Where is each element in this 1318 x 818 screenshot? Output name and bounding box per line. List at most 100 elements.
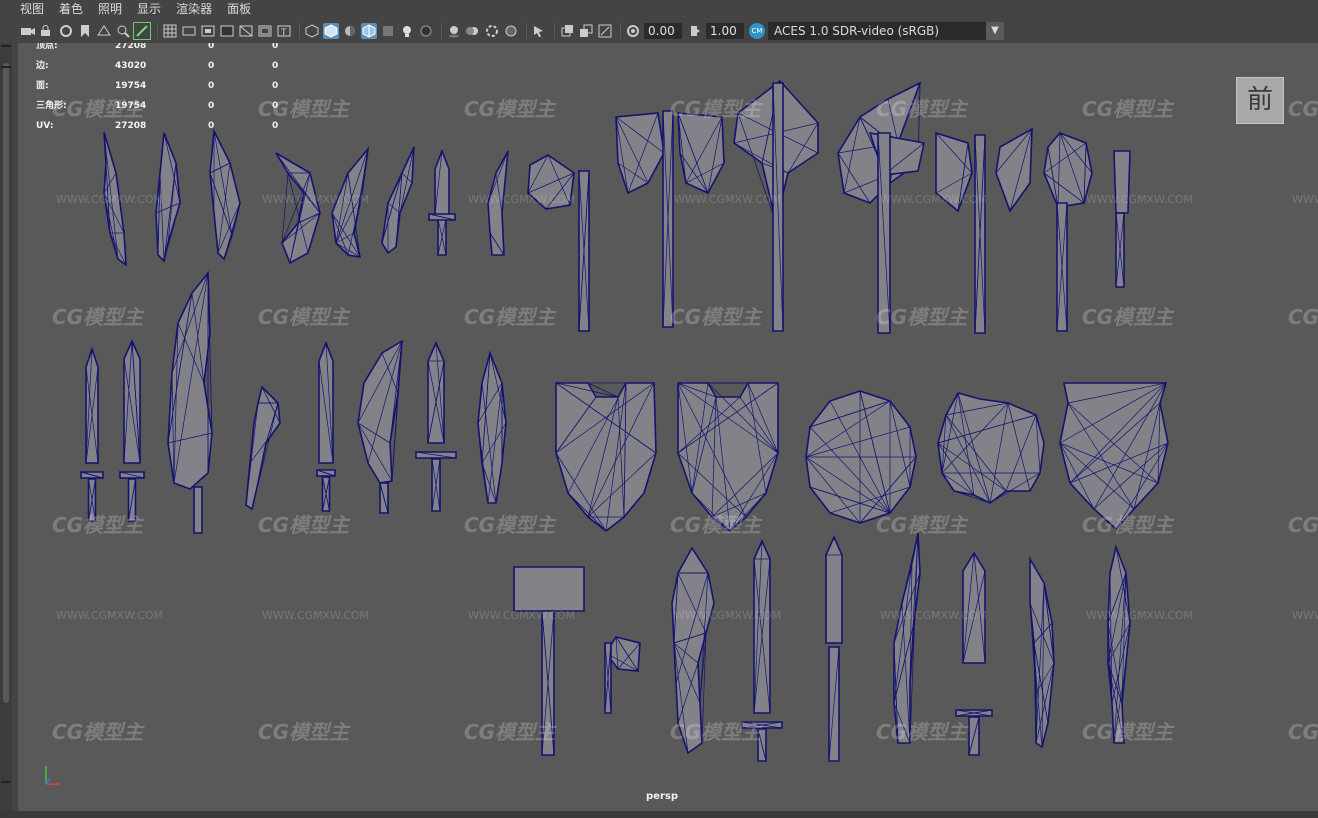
depth-of-field-icon[interactable] [503,23,519,39]
crescent-axe-handle-mesh[interactable] [877,132,891,334]
longsword-handle-mesh[interactable] [757,728,767,762]
greatsword-blade-mesh[interactable] [167,270,213,490]
lights-icon[interactable] [399,23,415,39]
frame-selection-icon[interactable] [597,23,613,39]
sickle-mesh[interactable] [245,385,281,511]
shield-mesh[interactable] [677,382,779,533]
club-head-mesh[interactable] [1113,150,1131,214]
battleaxe-handle-mesh[interactable] [662,110,674,328]
hatchet-handle-mesh[interactable] [604,642,612,714]
dagger-mesh[interactable] [434,148,450,216]
chevron-down-icon[interactable]: ▼ [986,22,1004,40]
serrated-sword-handle-mesh[interactable] [968,716,980,756]
double-axe-blade-mesh[interactable] [995,127,1033,213]
greatsword-handle-mesh[interactable] [193,486,203,534]
sword-blade-mesh[interactable] [427,341,445,444]
spiked-mace-head-mesh[interactable] [1043,132,1093,208]
wireframe-icon[interactable] [304,23,320,39]
sword-guard-mesh[interactable] [80,471,104,479]
machete-mesh[interactable] [1029,556,1055,749]
round-shield-mesh[interactable] [805,390,917,524]
color-management-icon[interactable]: CM [749,23,765,39]
camera-lock-icon[interactable] [39,23,55,39]
camera-attributes-icon[interactable] [58,23,74,39]
axe-handle-mesh[interactable] [578,170,590,332]
karambit-mesh[interactable] [275,152,321,265]
shadows-icon[interactable] [418,23,434,39]
double-axe-handle-mesh[interactable] [974,134,986,334]
dagger-mesh[interactable] [103,131,127,267]
sword-blade-mesh[interactable] [318,340,334,464]
screen-space-ao-icon[interactable] [446,23,462,39]
sword-guard-mesh[interactable] [119,471,145,479]
menu-view[interactable]: 视图 [20,0,44,19]
2d-pan-zoom-icon[interactable] [115,23,131,39]
serrated-sword-guard-mesh[interactable] [955,709,993,717]
club-handle-mesh[interactable] [1115,212,1125,288]
perspective-viewport[interactable]: CG模型主CG模型主CG模型主CG模型主CG模型主CG模型主CG模型主CG模型主… [18,43,1318,811]
battleaxe-blade-mesh[interactable] [677,112,725,195]
shield-mesh[interactable] [555,382,657,533]
gamma-icon[interactable] [687,23,703,39]
left-scroll-strip[interactable] [0,43,12,818]
sword-guard-mesh[interactable] [316,469,336,477]
view-transform-dropdown[interactable]: ACES 1.0 SDR-video (sRGB) ▼ [768,22,1004,40]
gate-mask-icon[interactable] [219,23,235,39]
film-gate-icon[interactable] [181,23,197,39]
menu-shading[interactable]: 着色 [59,0,83,19]
grease-pencil-icon[interactable] [133,22,151,40]
mace-handle-mesh[interactable] [1056,202,1068,332]
sword-blade-mesh[interactable] [85,346,99,464]
menu-panels[interactable]: 面板 [227,0,251,19]
axe-head-mesh[interactable] [527,154,575,210]
sword-handle-mesh[interactable] [87,478,97,522]
field-chart-icon[interactable] [238,23,254,39]
knife-mesh[interactable] [1107,544,1131,744]
isolate-icon[interactable] [531,23,547,39]
viewcube-front[interactable]: 前 [1236,77,1284,124]
dagger-guard-mesh[interactable] [428,213,456,221]
hud-toggle-icon[interactable] [559,23,575,39]
scimitar-blade-mesh[interactable] [357,339,403,484]
camera-overlay-icon[interactable] [578,23,594,39]
battleaxe-blade-mesh[interactable] [615,112,665,195]
sword-blade-mesh[interactable] [123,339,141,464]
sword-handle-mesh[interactable] [127,478,137,522]
dagger-mesh[interactable] [155,132,181,263]
safe-action-icon[interactable] [257,23,273,39]
menu-lighting[interactable]: 照明 [98,0,122,19]
menu-renderer[interactable]: 渲染器 [176,0,212,19]
curved-blade-mesh[interactable] [893,532,921,744]
double-axe-blade-mesh[interactable] [935,131,973,213]
warhammer-head-mesh[interactable] [513,566,585,612]
smooth-shade-icon[interactable] [323,23,339,39]
exposure-field[interactable]: 0.00 [644,23,682,39]
scimitar-handle-mesh[interactable] [379,482,389,514]
sword-guard-mesh[interactable] [415,451,457,459]
halberd-handle-mesh[interactable] [772,82,784,332]
sword-handle-mesh[interactable] [431,458,441,512]
dagger-mesh[interactable] [487,150,509,256]
select-camera-icon[interactable] [20,23,36,39]
sword-blade-mesh[interactable] [477,350,507,504]
kite-shield-mesh[interactable] [1059,382,1169,531]
longsword-blade-mesh[interactable] [753,539,771,714]
grid-icon[interactable] [162,23,178,39]
spear-blade-mesh[interactable] [825,535,843,644]
bookmark-icon[interactable] [77,23,93,39]
round-shield-mesh[interactable] [937,392,1045,504]
resolution-gate-icon[interactable] [200,23,216,39]
dagger-handle-mesh[interactable] [437,218,447,256]
menu-show[interactable]: 显示 [137,0,161,19]
gamma-field[interactable]: 1.00 [706,23,744,39]
dagger-mesh[interactable] [209,128,241,261]
sword-handle-mesh[interactable] [321,476,331,512]
warhammer-handle-mesh[interactable] [541,610,555,756]
safe-title-icon[interactable]: T [276,23,292,39]
wireframe-on-shaded-icon[interactable] [361,23,377,39]
spear-handle-mesh[interactable] [828,646,840,762]
exposure-icon[interactable] [625,23,641,39]
motion-blur-icon[interactable] [465,23,481,39]
image-plane-icon[interactable] [96,23,112,39]
left-scrollbar-thumb[interactable] [3,63,9,703]
